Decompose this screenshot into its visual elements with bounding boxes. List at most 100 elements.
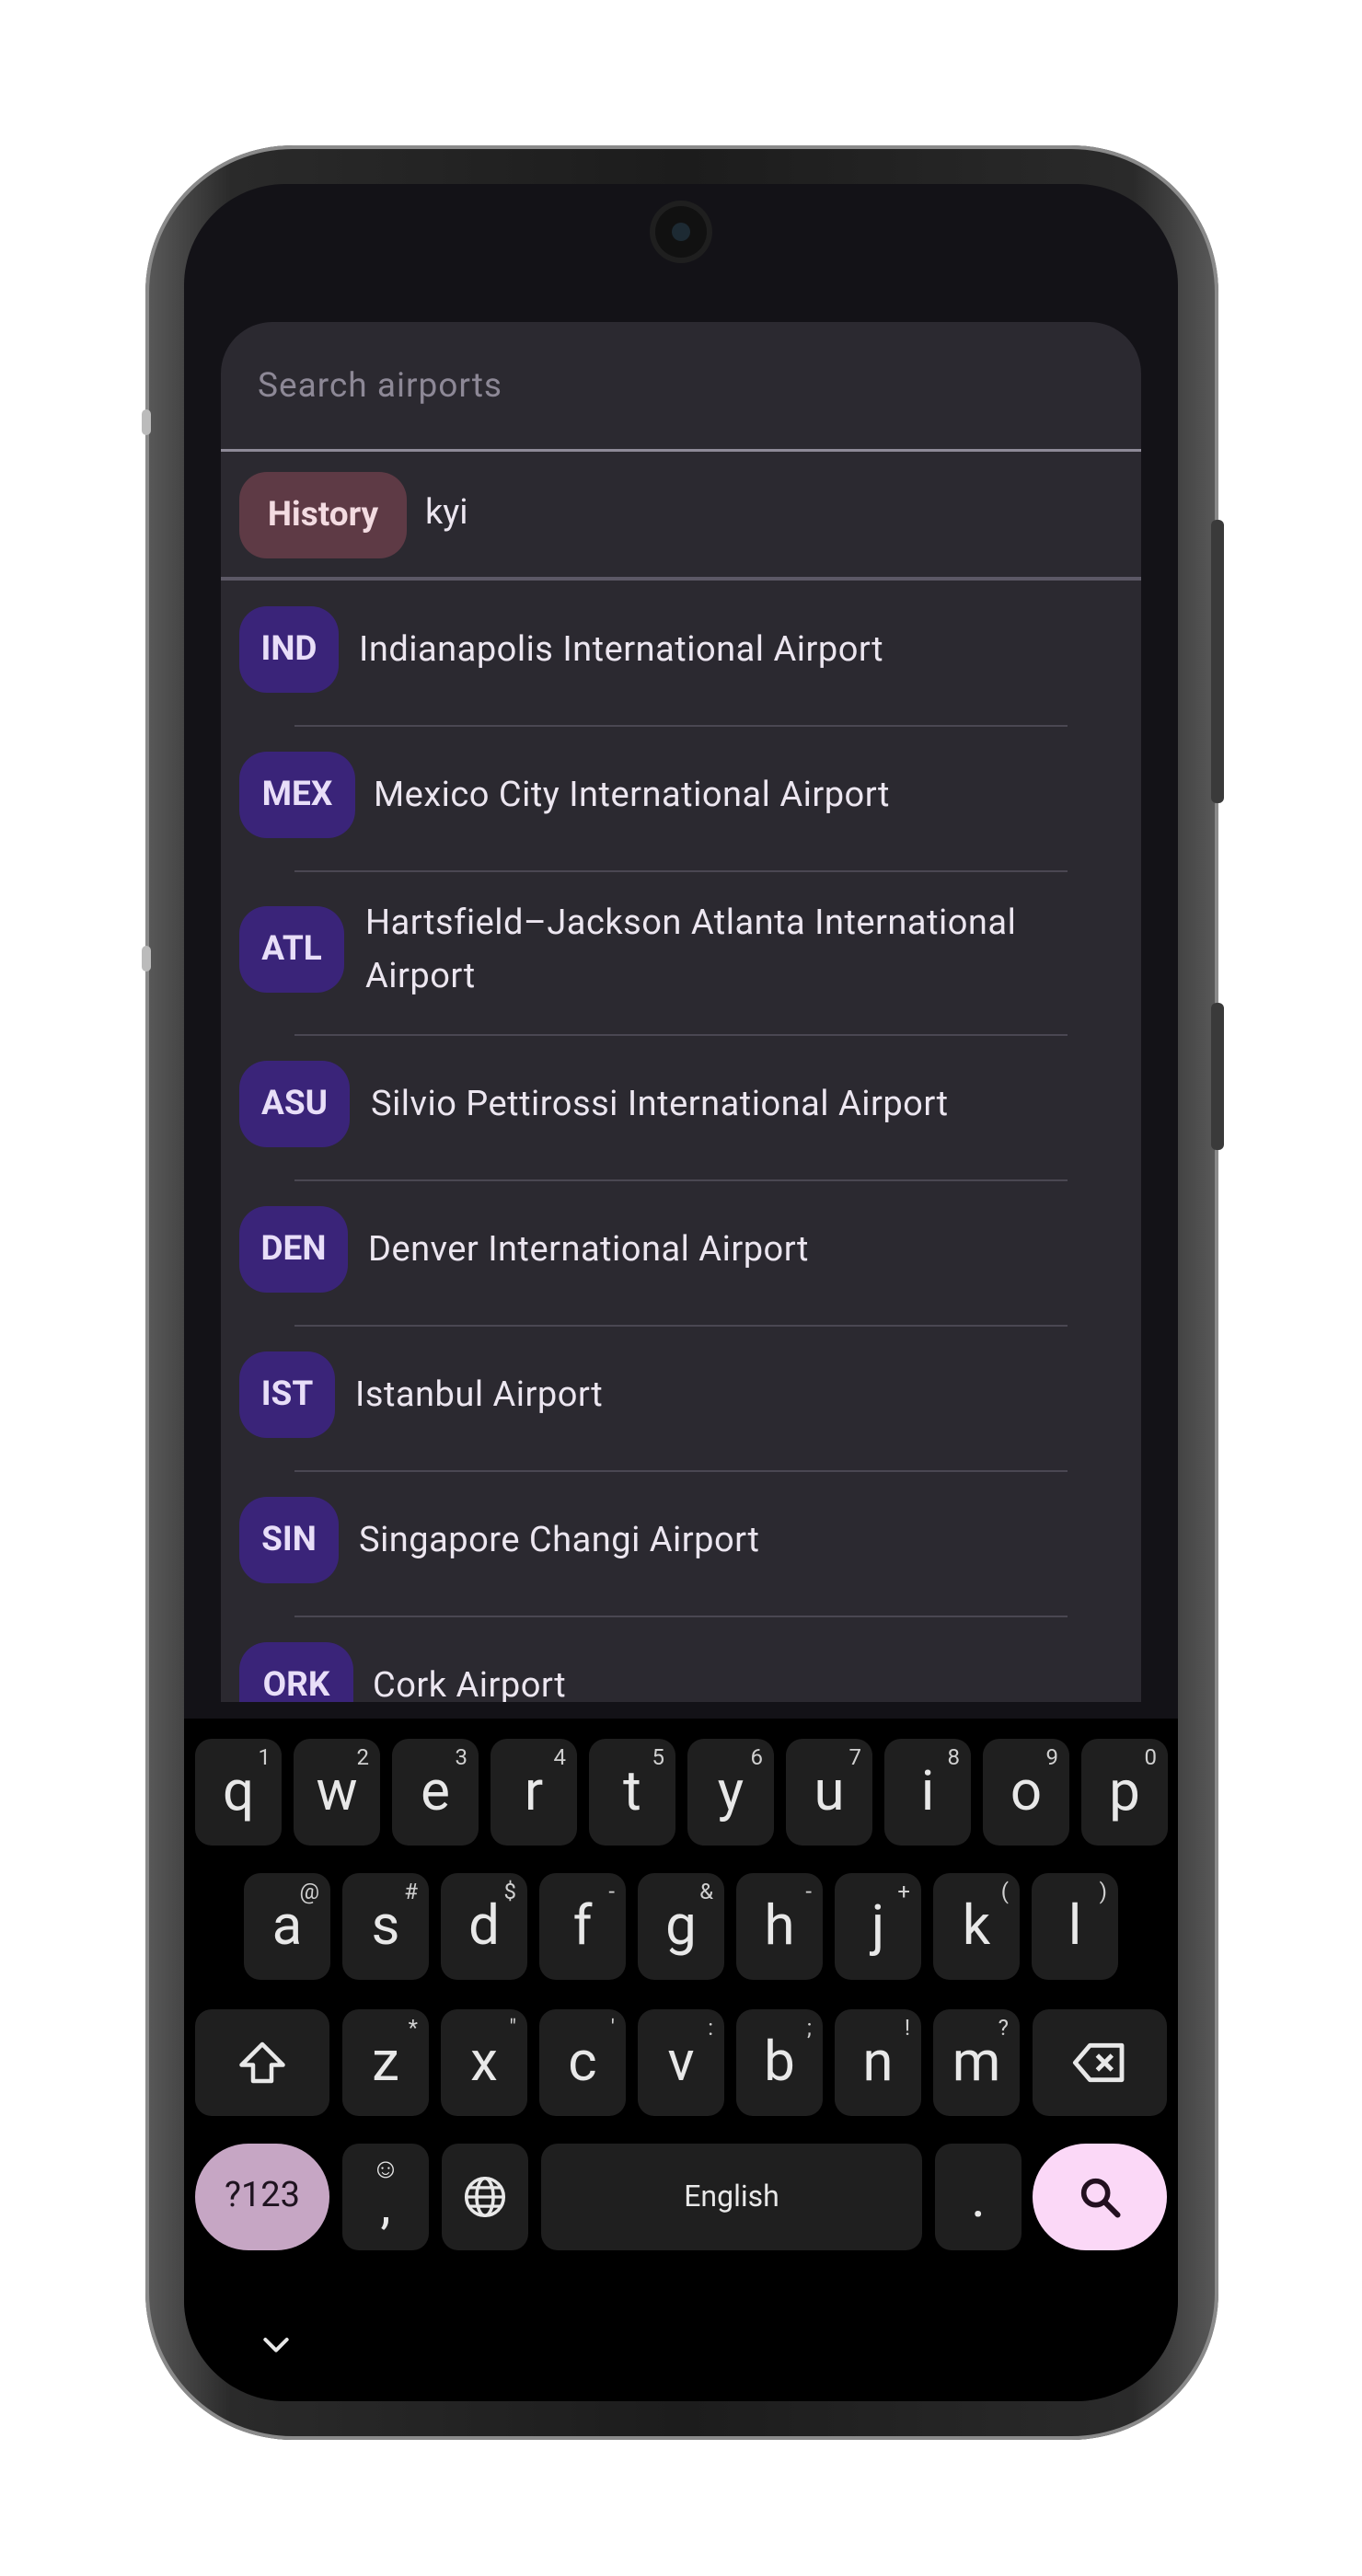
key-hint: " xyxy=(509,2015,516,2041)
airport-name-line: Singapore Changi Airport xyxy=(359,1520,760,1560)
key-hint: ; xyxy=(806,2015,812,2041)
front-camera-icon xyxy=(655,206,707,258)
key-hint: 4 xyxy=(553,1744,567,1770)
key-u[interactable]: u7 xyxy=(786,1739,872,1846)
history-query: kyi xyxy=(425,492,468,533)
symbols-key[interactable]: ?123 xyxy=(195,2144,329,2250)
search-key[interactable] xyxy=(1033,2144,1167,2250)
airport-name-line: Hartsfield–Jackson Atlanta International xyxy=(365,903,1017,943)
shift-icon xyxy=(239,2041,285,2084)
key-w[interactable]: w2 xyxy=(294,1739,380,1846)
key-t[interactable]: t5 xyxy=(589,1739,675,1846)
search-placeholder: Search airports xyxy=(258,366,503,406)
key-m[interactable]: m? xyxy=(933,2009,1020,2116)
key-e[interactable]: e3 xyxy=(392,1739,479,1846)
key-c[interactable]: c ' xyxy=(539,2009,626,2116)
history-row[interactable]: History kyi xyxy=(221,452,1141,581)
airport-name: Istanbul Airport xyxy=(355,1368,603,1421)
result-item-mex[interactable]: MEX Mexico City International Airport xyxy=(221,726,1141,871)
result-item-den[interactable]: DEN Denver International Airport xyxy=(221,1180,1141,1326)
airport-name: Silvio Pettirossi International Airport xyxy=(371,1077,949,1131)
left-side-button xyxy=(142,946,151,972)
left-side-button xyxy=(142,409,151,435)
airport-name: Indianapolis International Airport xyxy=(359,623,883,676)
key-hint: 2 xyxy=(356,1744,370,1770)
space-key-label: English xyxy=(684,2179,779,2214)
chevron-down-icon[interactable] xyxy=(258,2326,294,2363)
emoji-comma-key[interactable]: ☺ , xyxy=(342,2144,429,2250)
result-item-asu[interactable]: ASU Silvio Pettirossi International Airpo… xyxy=(221,1035,1141,1180)
key-p[interactable]: p0 xyxy=(1081,1739,1168,1846)
airport-code-chip: ORK xyxy=(239,1642,353,1702)
space-key[interactable]: English xyxy=(541,2144,922,2250)
result-item-sin[interactable]: SIN Singapore Changi Airport xyxy=(221,1471,1141,1616)
airport-code-chip: ASU xyxy=(239,1061,350,1147)
airport-code-chip: ATL xyxy=(239,906,344,993)
key-hint: * xyxy=(408,2015,418,2041)
result-item-ist[interactable]: IST Istanbul Airport xyxy=(221,1326,1141,1471)
airport-name-line: Cork Airport xyxy=(373,1665,567,1702)
key-hint: 6 xyxy=(750,1744,764,1770)
airport-code-chip: IND xyxy=(239,606,339,693)
key-h[interactable]: h- xyxy=(736,1873,823,1980)
screen: Search airports History kyi IND Indianapo… xyxy=(184,184,1178,2401)
key-hint: # xyxy=(404,1879,418,1904)
key-j[interactable]: j + xyxy=(835,1873,921,1980)
key-hint: 7 xyxy=(848,1744,862,1770)
key-y[interactable]: y6 xyxy=(687,1739,774,1846)
key-hint: ( xyxy=(1000,1879,1009,1904)
comma-label: , xyxy=(380,2175,391,2236)
airport-name-line: Mexico City International Airport xyxy=(374,775,890,815)
key-hint: 0 xyxy=(1144,1744,1158,1770)
keyboard: q1w2e3r4t5y6u7i8o9p0 a @ s # d $ f - g & h - j + k(l) … xyxy=(184,1719,1178,2401)
key-a[interactable]: a @ xyxy=(244,1873,330,1980)
key-v[interactable]: v: xyxy=(638,2009,724,2116)
key-hint: 8 xyxy=(947,1744,961,1770)
airport-name: Singapore Changi Airport xyxy=(359,1513,759,1567)
search-input[interactable]: Search airports xyxy=(221,322,1141,452)
key-s[interactable]: s # xyxy=(342,1873,429,1980)
key-hint: - xyxy=(805,1879,812,1904)
key-hint: @ xyxy=(299,1879,319,1904)
language-key[interactable] xyxy=(442,2144,528,2250)
shift-key[interactable] xyxy=(195,2009,329,2116)
key-l[interactable]: l) xyxy=(1032,1873,1118,1980)
key-hint: & xyxy=(699,1879,713,1904)
key-hint: ) xyxy=(1099,1879,1107,1904)
period-key[interactable]: . xyxy=(935,2144,1022,2250)
airport-name-line: Airport xyxy=(365,956,476,996)
key-k[interactable]: k( xyxy=(933,1873,1020,1980)
key-z[interactable]: z * xyxy=(342,2009,429,2116)
key-n[interactable]: n! xyxy=(835,2009,921,2116)
key-hint: 3 xyxy=(455,1744,468,1770)
key-hint: ' xyxy=(610,2015,615,2041)
key-r[interactable]: r4 xyxy=(491,1739,577,1846)
backspace-icon xyxy=(1072,2042,1125,2083)
key-b[interactable]: b; xyxy=(736,2009,823,2116)
power-button xyxy=(1211,520,1224,803)
symbols-key-label: ?123 xyxy=(224,2175,301,2215)
key-d[interactable]: d $ xyxy=(441,1873,527,1980)
airport-name-line: Indianapolis International Airport xyxy=(359,629,884,670)
key-hint: ? xyxy=(998,2015,1009,2041)
airport-code-chip: SIN xyxy=(239,1497,339,1583)
airport-name: Mexico City International Airport xyxy=(374,768,890,822)
globe-icon xyxy=(464,2176,506,2218)
key-x[interactable]: x " xyxy=(441,2009,527,2116)
key-g[interactable]: g & xyxy=(638,1873,724,1980)
key-hint: 9 xyxy=(1045,1744,1059,1770)
key-hint: $ xyxy=(503,1879,517,1904)
key-hint: - xyxy=(608,1879,615,1904)
key-f[interactable]: f- xyxy=(539,1873,626,1980)
airport-name-line: Silvio Pettirossi International Airport xyxy=(371,1084,949,1124)
key-q[interactable]: q1 xyxy=(195,1739,282,1846)
search-panel: Search airports History kyi IND Indianapo… xyxy=(221,322,1141,1702)
search-icon xyxy=(1080,2178,1121,2218)
result-item-atl[interactable]: ATL Hartsfield–Jackson Atlanta Internatio… xyxy=(221,871,1141,1035)
backspace-key[interactable] xyxy=(1033,2009,1167,2116)
history-chip: History xyxy=(239,472,407,558)
result-item-ork[interactable]: ORK Cork Airport xyxy=(221,1616,1141,1702)
key-i[interactable]: i8 xyxy=(884,1739,971,1846)
result-item-ind[interactable]: IND Indianapolis International Airport xyxy=(221,581,1141,726)
key-o[interactable]: o9 xyxy=(983,1739,1069,1846)
